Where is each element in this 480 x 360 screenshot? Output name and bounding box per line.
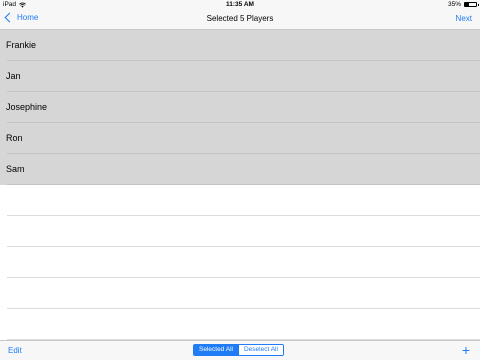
player-row[interactable]: Ron — [0, 123, 480, 154]
page-title: Selected 5 Players — [206, 14, 274, 23]
player-row[interactable]: Jan — [0, 61, 480, 92]
screen: iPad 11:35 AM 35% Home Selected 5 Player… — [0, 0, 480, 360]
empty-row — [0, 185, 480, 216]
battery-tip — [478, 4, 479, 6]
player-name: Ron — [6, 133, 23, 143]
player-name: Frankie — [6, 40, 37, 50]
selection-segmented-control: Selected All Deselect All — [193, 344, 284, 356]
status-time: 11:35 AM — [226, 1, 254, 8]
player-row[interactable]: Josephine — [0, 92, 480, 123]
next-button[interactable]: Next — [456, 14, 472, 23]
edit-button[interactable]: Edit — [8, 346, 22, 355]
select-all-segment[interactable]: Selected All — [194, 345, 238, 355]
battery-percent: 35% — [447, 1, 461, 8]
empty-row — [0, 247, 480, 278]
status-right: 35% — [447, 1, 479, 8]
empty-row — [0, 216, 480, 247]
player-name: Josephine — [6, 102, 48, 112]
player-row[interactable]: Sam — [0, 154, 480, 185]
battery-icon — [464, 2, 479, 7]
status-bar: iPad 11:35 AM 35% — [0, 0, 480, 10]
players-table: Frankie Jan Josephine Ron Sam — [0, 30, 480, 340]
empty-row — [0, 278, 480, 309]
empty-row — [0, 309, 480, 340]
plus-icon[interactable]: + — [462, 342, 470, 358]
player-name: Jan — [6, 71, 21, 81]
player-name: Sam — [6, 164, 25, 174]
navigation-bar: Home Selected 5 Players Next — [0, 10, 480, 30]
player-row[interactable]: Frankie — [0, 30, 480, 61]
battery-fill — [465, 3, 469, 6]
deselect-all-segment[interactable]: Deselect All — [237, 345, 283, 355]
bottom-toolbar: Edit Selected All Deselect All + — [0, 340, 480, 360]
